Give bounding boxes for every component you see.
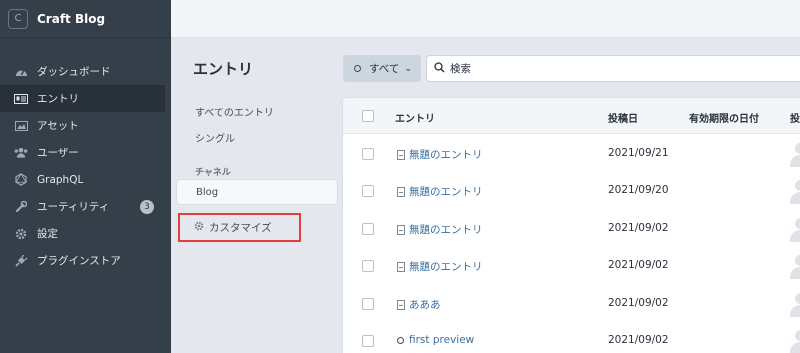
entry-title: 無題のエントリ [409,186,483,198]
gear-icon [14,227,28,241]
table-row[interactable]: 無題のエントリ 2021/09/02 [343,211,800,248]
source-heading-channels: チャネル [195,168,231,178]
avatar [790,291,800,317]
entry-link[interactable]: 無題のエントリ [397,259,483,274]
table-row[interactable]: あああ 2021/09/02 [343,286,800,323]
entry-title: 無題のエントリ [409,261,483,273]
table-row[interactable]: 無題のエントリ 2021/09/02 [343,248,800,285]
nav-item-entries[interactable]: エントリ [0,85,165,112]
select-all-checkbox[interactable] [362,110,374,122]
page-title: エントリ [193,60,254,78]
users-icon [14,146,28,160]
sidebar: C Craft Blog ダッシュボード エントリ アセット ユーザー Grap… [0,0,171,353]
doc-icon [397,224,405,235]
circle-icon [397,336,404,344]
graphql-icon [14,173,28,187]
customize-sources-button[interactable]: カスタマイズ [178,213,301,242]
nav-label: ユーザー [37,147,79,159]
entry-date: 2021/09/21 [608,147,669,159]
nav-item-assets[interactable]: アセット [0,112,171,139]
avatar [790,141,800,167]
nav-label: ユーティリティ [37,201,110,213]
nav-label: 設定 [37,228,58,240]
top-bar [171,0,800,38]
entry-date: 2021/09/20 [608,184,669,196]
header-expiry-date[interactable]: 有効期限の日付 [689,110,759,125]
nav-label: ダッシュボード [37,66,111,78]
entry-link[interactable]: first preview [397,334,474,346]
utilities-badge: 3 [140,199,154,214]
row-checkbox[interactable] [362,260,374,272]
entry-link[interactable]: 無題のエントリ [397,222,483,237]
row-checkbox[interactable] [362,335,374,347]
chevron-down-icon: ⌄ [404,63,412,74]
entry-date: 2021/09/02 [608,222,669,234]
site-badge: C [8,8,28,29]
search-icon [434,61,445,76]
entry-date: 2021/09/02 [608,259,669,271]
entry-link[interactable]: 無題のエントリ [397,147,483,162]
header-author[interactable]: 投 [790,110,800,125]
nav-item-plugin-store[interactable]: プラグインストア [0,247,171,274]
entry-link[interactable]: あああ [397,297,441,312]
avatar [790,328,800,353]
header-title[interactable]: エントリ [395,110,435,125]
table-row[interactable]: 無題のエントリ 2021/09/20 [343,173,800,210]
customize-label: カスタマイズ [209,222,272,234]
source-blog[interactable]: Blog [176,179,338,205]
nav-label: エントリ [37,93,79,105]
gauge-icon [14,65,28,79]
avatar [790,216,800,242]
entry-title: first preview [409,334,475,346]
table-header: エントリ 投稿日 有効期限の日付 投 [343,98,800,134]
nav-label: プラグインストア [37,255,121,267]
doc-icon [397,261,405,272]
image-icon [14,119,28,133]
entry-title: 無題のエントリ [409,224,483,236]
nav-item-graphql[interactable]: GraphQL [0,166,171,193]
avatar [790,253,800,279]
source-all-entries[interactable]: すべてのエントリ [176,98,338,124]
main-nav: ダッシュボード エントリ アセット ユーザー GraphQL ユーティリティ 3… [0,58,171,274]
nav-item-settings[interactable]: 設定 [0,220,171,247]
nav-item-users[interactable]: ユーザー [0,139,171,166]
doc-icon [397,149,405,160]
entries-table: エントリ 投稿日 有効期限の日付 投 無題のエントリ 2021/09/21 無題… [343,98,800,353]
row-checkbox[interactable] [362,185,374,197]
entries-icon [14,92,28,106]
nav-label: アセット [37,120,79,132]
status-filter-button[interactable]: すべて ⌄ [343,55,421,82]
nav-label: GraphQL [37,173,84,186]
source-singles[interactable]: シングル [176,124,338,150]
table-row[interactable]: 無題のエントリ 2021/09/21 [343,136,800,173]
search-box [426,55,800,82]
nav-item-dashboard[interactable]: ダッシュボード [0,58,171,85]
table-row[interactable]: first preview 2021/09/02 [343,323,800,353]
entry-title: 無題のエントリ [409,149,483,161]
doc-icon [397,299,405,310]
avatar [790,178,800,204]
site-name[interactable]: Craft Blog [37,12,105,26]
site-header[interactable]: C Craft Blog [0,0,171,38]
row-checkbox[interactable] [362,148,374,160]
nav-item-utilities[interactable]: ユーティリティ 3 [0,193,171,220]
plug-icon [14,254,28,268]
entry-date: 2021/09/02 [608,297,669,309]
row-checkbox[interactable] [362,298,374,310]
wrench-icon [14,200,28,214]
doc-icon [397,186,405,197]
status-label: すべて [369,63,400,75]
status-circle-icon [354,65,361,72]
row-checkbox[interactable] [362,223,374,235]
header-post-date[interactable]: 投稿日 [608,110,638,125]
entry-date: 2021/09/02 [608,334,669,346]
entry-link[interactable]: 無題のエントリ [397,184,483,199]
entry-title: あああ [409,299,441,311]
gear-icon [194,221,204,234]
search-input[interactable] [450,62,750,75]
